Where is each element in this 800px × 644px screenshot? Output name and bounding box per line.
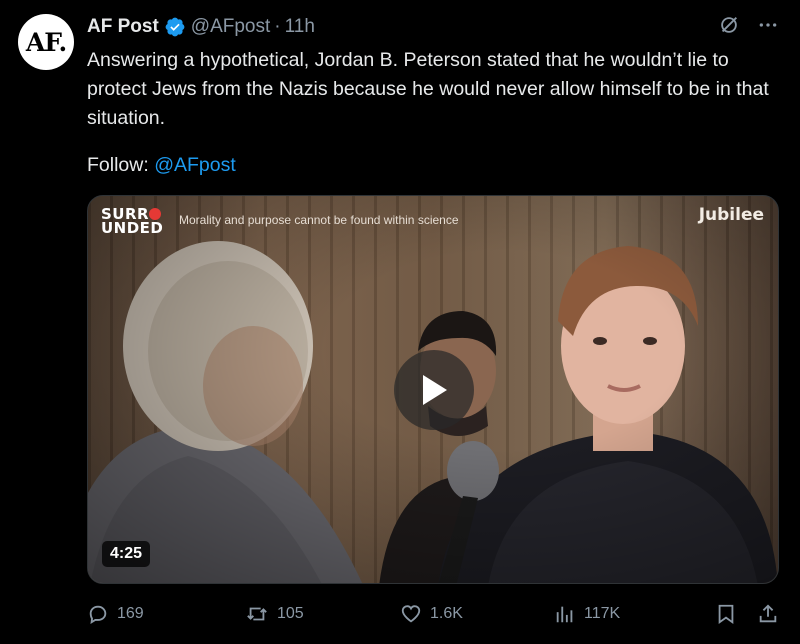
share-icon: [759, 604, 777, 623]
tweet-header: AF Post @AFpost · 11h: [87, 14, 315, 40]
share-button[interactable]: [757, 597, 779, 631]
reply-button[interactable]: 169: [87, 597, 144, 631]
repost-button[interactable]: 105: [245, 597, 304, 631]
video-player[interactable]: SURR UNDED Morality and purpose cannot b…: [87, 195, 779, 584]
follow-prefix: Follow:: [87, 154, 155, 176]
views-icon: [556, 606, 573, 623]
avatar-text: AF.: [25, 27, 67, 57]
like-button[interactable]: 1.6K: [400, 597, 463, 631]
separator-dot: ·: [274, 16, 281, 37]
author-name[interactable]: AF Post: [87, 16, 159, 38]
like-icon: [401, 605, 421, 623]
avatar[interactable]: AF.: [18, 14, 74, 70]
video-duration: 4:25: [102, 541, 151, 567]
reply-icon: [89, 605, 107, 625]
show-logo-line2: UNDED: [101, 219, 164, 237]
like-count: 1.6K: [430, 605, 463, 622]
bookmark-icon: [718, 604, 734, 625]
post-time[interactable]: 11h: [285, 16, 315, 38]
follow-line: Follow: @AFpost: [87, 151, 236, 180]
play-icon: [423, 375, 447, 405]
views-count: 117K: [584, 605, 621, 622]
repost-icon: [247, 607, 267, 621]
repost-count: 105: [277, 605, 304, 622]
reply-count: 169: [117, 605, 144, 622]
author-handle[interactable]: @AFpost: [191, 16, 270, 38]
views-button[interactable]: 117K: [554, 597, 620, 631]
channel-watermark: Jubilee: [698, 205, 764, 225]
top-actions: [718, 14, 778, 36]
play-button[interactable]: [394, 350, 474, 430]
grok-icon[interactable]: [718, 14, 740, 36]
action-bar: 169 105 1.6K 117K: [87, 597, 779, 631]
video-subtitle: Morality and purpose cannot be found wit…: [179, 213, 459, 227]
more-icon[interactable]: [758, 15, 778, 35]
verified-badge-icon: [165, 17, 185, 37]
show-logo: SURR UNDED: [101, 207, 164, 237]
bookmark-button[interactable]: [715, 597, 737, 631]
tweet-text: Answering a hypothetical, Jordan B. Pete…: [87, 49, 769, 129]
follow-link[interactable]: @AFpost: [154, 154, 236, 176]
